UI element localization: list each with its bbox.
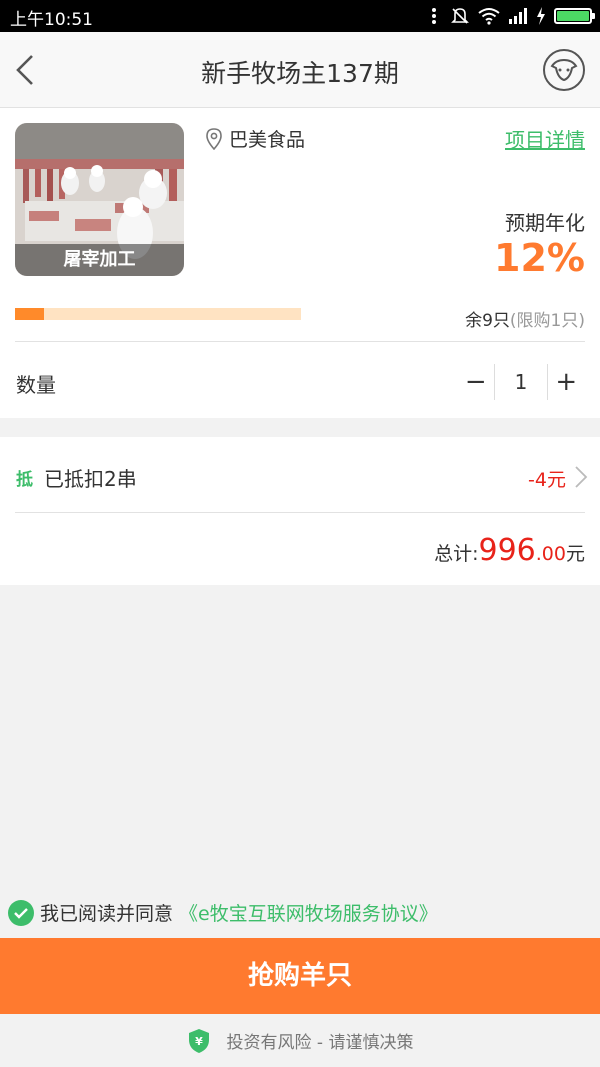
product-card: 屠宰加工 巴美食品 项目详情 预期年化 12% 余9只(限购1只) 数量 − 1… [0, 108, 600, 418]
shield-symbol: ¥ [195, 1035, 203, 1048]
buy-button[interactable]: 抢购羊只 [0, 938, 600, 1014]
sold-progress-bar [15, 308, 301, 320]
divider [15, 341, 585, 342]
stock-info: 余9只(限购1只) [465, 306, 585, 331]
chevron-right-icon [575, 466, 588, 488]
total-integer: 996 [478, 533, 536, 568]
risk-text: 投资有风险 - 请谨慎决策 [226, 1033, 414, 1053]
charging-icon [537, 7, 545, 25]
status-time: 上午10:51 [10, 10, 93, 30]
signal-icon [509, 8, 527, 24]
purchase-limit: (限购1只) [509, 311, 585, 331]
sold-progress-fill [15, 308, 44, 320]
total-decimal: .00 [535, 543, 566, 565]
wifi-icon [478, 8, 500, 25]
expected-yield-value: 12% [494, 236, 585, 280]
shield-icon: ¥ [188, 1028, 209, 1053]
decrease-button[interactable]: − [457, 364, 494, 400]
location-pin-icon [206, 127, 222, 150]
image-caption: 屠宰加工 [15, 244, 184, 276]
product-image: 屠宰加工 [15, 123, 184, 276]
quantity-label: 数量 [16, 373, 56, 397]
total-label: 总计: [434, 543, 479, 565]
nav-bar: 新手牧场主137期 [0, 32, 600, 108]
sheep-menu-button[interactable] [542, 48, 586, 92]
status-bar: 上午10:51 [0, 0, 600, 32]
sheep-icon [543, 49, 585, 91]
agreement-text: 我已阅读并同意 [40, 903, 174, 925]
location-name: 巴美食品 [229, 129, 306, 151]
location: 巴美食品 [205, 125, 305, 152]
coupon-amount: -4元 [528, 469, 566, 491]
quantity-stepper: − 1 + [457, 364, 585, 400]
agreement-checkbox[interactable] [8, 899, 34, 926]
more-icon [432, 8, 436, 24]
increase-button[interactable]: + [548, 364, 585, 400]
expected-yield-label: 预期年化 [505, 211, 585, 235]
coupon-icon: 抵 [16, 470, 33, 490]
page-title: 新手牧场主137期 [201, 59, 399, 88]
checkmark-icon [14, 907, 28, 919]
status-icons [426, 6, 595, 26]
total-unit: 元 [565, 543, 585, 565]
stock-remaining: 余9只 [465, 311, 510, 331]
divider [15, 512, 585, 513]
payment-card: 抵 已抵扣2串 -4元 总计: 996.00 元 [0, 437, 600, 585]
coupon-label: 已抵扣2串 [44, 467, 137, 491]
quantity-value[interactable]: 1 [494, 364, 548, 400]
total-price: 总计: 996.00 元 [434, 533, 585, 568]
risk-footer: ¥ 投资有风险 - 请谨慎决策 [0, 1014, 600, 1067]
agreement-row: 我已阅读并同意 《e牧宝互联网牧场服务协议》 [8, 899, 438, 926]
silent-icon [451, 8, 469, 24]
battery-icon [554, 8, 595, 24]
project-detail-link[interactable]: 项目详情 [505, 124, 585, 153]
agreement-link[interactable]: 《e牧宝互联网牧场服务协议》 [179, 899, 438, 926]
